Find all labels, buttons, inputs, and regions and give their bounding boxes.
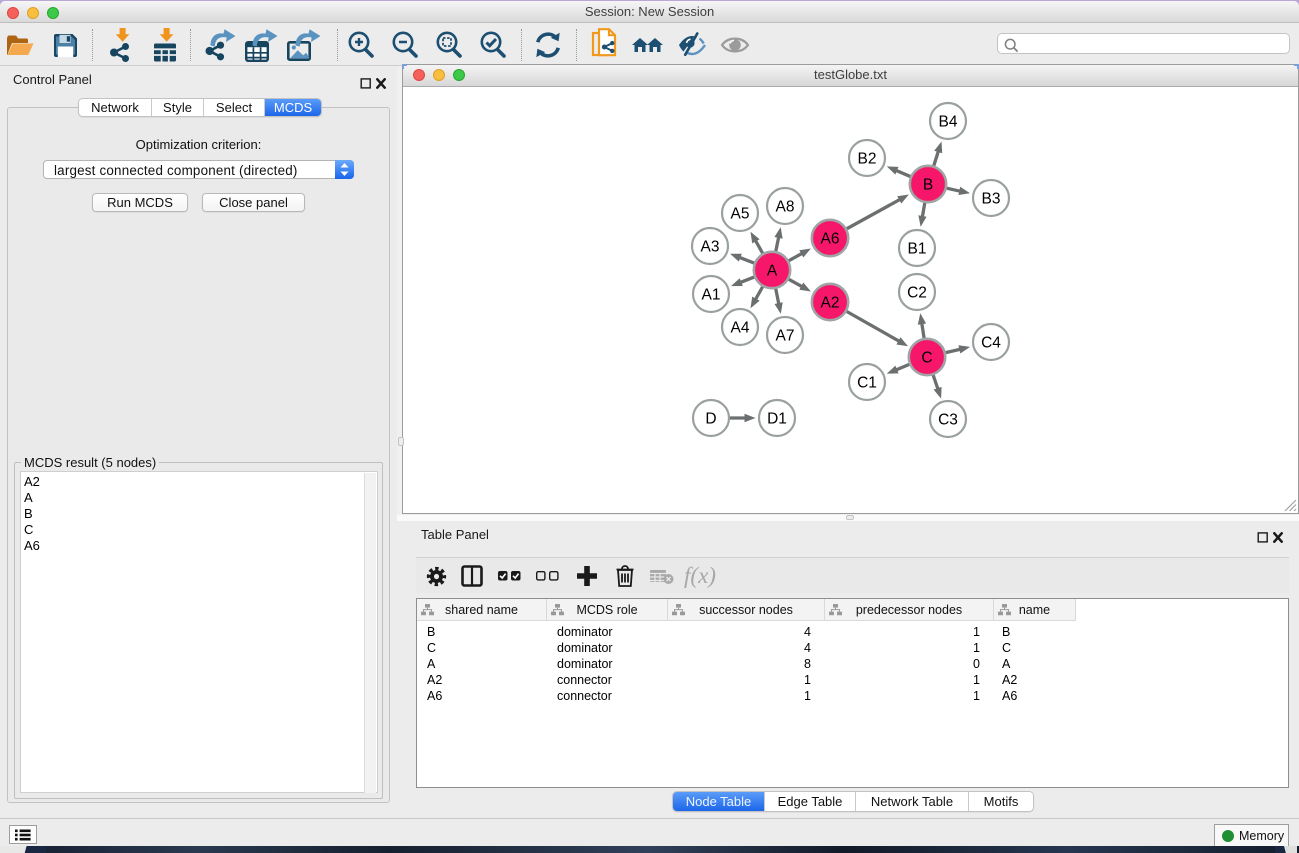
svg-text:C2: C2 — [907, 284, 927, 301]
svg-text:A4: A4 — [731, 319, 750, 336]
svg-text:A7: A7 — [776, 327, 795, 344]
svg-text:A: A — [767, 262, 778, 279]
svg-text:C1: C1 — [857, 374, 877, 391]
svg-text:D1: D1 — [767, 410, 787, 427]
svg-text:A3: A3 — [701, 238, 720, 255]
svg-text:B2: B2 — [858, 150, 877, 167]
svg-text:C3: C3 — [938, 411, 958, 428]
svg-text:B: B — [923, 176, 933, 193]
svg-text:A5: A5 — [731, 205, 750, 222]
svg-text:A1: A1 — [702, 286, 721, 303]
svg-text:C4: C4 — [981, 334, 1001, 351]
svg-text:B1: B1 — [908, 240, 927, 257]
svg-text:B4: B4 — [939, 113, 958, 130]
svg-text:A6: A6 — [821, 230, 840, 247]
svg-text:C: C — [921, 349, 932, 366]
svg-text:A2: A2 — [821, 294, 840, 311]
svg-text:A8: A8 — [776, 198, 795, 215]
svg-text:B3: B3 — [982, 190, 1001, 207]
svg-text:D: D — [705, 410, 716, 427]
